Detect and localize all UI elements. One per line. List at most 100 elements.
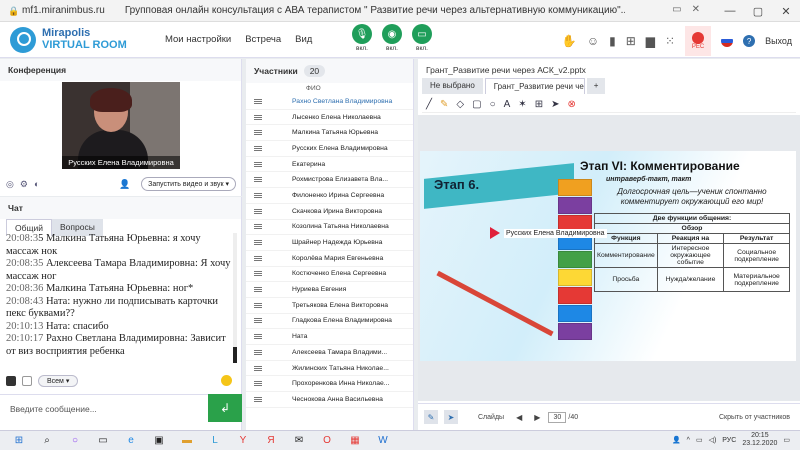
nav-my-settings[interactable]: Мои настройки <box>165 34 231 45</box>
opera-icon[interactable]: O <box>318 434 336 448</box>
participant-row[interactable]: Прохоренкова Инна Николае... <box>246 376 413 393</box>
drag-handle-icon[interactable] <box>254 271 262 277</box>
hide-from-participants-link[interactable]: Скрыть от участников <box>719 414 790 421</box>
audience-select[interactable]: Всем ▾ <box>38 375 79 387</box>
people-icon[interactable]: 👤 <box>672 436 681 444</box>
emoji-icon[interactable]: ☺ <box>587 34 599 48</box>
pen-icon[interactable]: ╱ <box>426 99 432 110</box>
participant-row[interactable]: Рохмистрова Елизавета Вла... <box>246 172 413 189</box>
drag-handle-icon[interactable] <box>254 192 262 198</box>
add-tab-button[interactable]: + <box>586 78 606 94</box>
mute-icon[interactable]: ✕ <box>692 4 700 15</box>
edge-icon[interactable]: e <box>122 434 140 448</box>
participant-row[interactable]: Рахно Светлана Владимировна <box>246 94 413 110</box>
participant-row[interactable]: Костюченко Елена Сергеевна <box>246 267 413 283</box>
drag-handle-icon[interactable] <box>254 396 262 402</box>
participant-row[interactable]: Козолина Татьяна Николаевна <box>246 220 413 236</box>
video-tile[interactable]: Русских Елена Владимировна <box>62 82 180 169</box>
participant-row[interactable]: Екатерина <box>246 157 413 173</box>
drag-handle-icon[interactable] <box>254 381 262 387</box>
background-color-icon[interactable] <box>22 376 32 386</box>
participant-row[interactable]: Русских Елена Владимировна <box>246 141 413 157</box>
participant-row[interactable]: Жилинских Татьяна Николае... <box>246 361 413 377</box>
network-icon[interactable]: ▭ <box>696 436 703 444</box>
app-l-icon[interactable]: L <box>206 434 224 448</box>
camera-toggle[interactable]: ◉ вкл. <box>382 24 402 52</box>
speakers-icon[interactable]: ◎ <box>6 179 14 190</box>
maximize-button[interactable]: ▢ <box>744 0 772 22</box>
grid-icon[interactable]: ⁙ <box>665 34 675 48</box>
participant-row[interactable]: Филоненко Ирина Сергеевна <box>246 188 413 204</box>
drag-handle-icon[interactable] <box>254 318 262 324</box>
drag-handle-icon[interactable] <box>254 98 262 104</box>
microphone-toggle[interactable]: 🎙 вкл. <box>352 24 372 52</box>
participant-row[interactable]: Ната <box>246 329 413 345</box>
drag-handle-icon[interactable] <box>254 114 262 120</box>
grid-tool-icon[interactable]: ⊞ <box>535 99 543 110</box>
send-button[interactable]: ↲ <box>208 394 242 422</box>
drag-handle-icon[interactable] <box>254 334 262 340</box>
emoji-picker-icon[interactable] <box>221 375 232 386</box>
rectangle-icon[interactable]: ▢ <box>472 99 481 110</box>
participant-row[interactable]: Лысенко Елена Николаевна <box>246 110 413 126</box>
pen-mode-icon[interactable]: ✎ <box>424 410 438 424</box>
drag-handle-icon[interactable] <box>254 240 262 246</box>
clock[interactable]: 20:15 23.12.2020 <box>742 432 777 448</box>
store-icon[interactable]: ▣ <box>150 434 168 448</box>
participant-row[interactable]: Шрайнер Надежда Юрьевна <box>246 235 413 251</box>
pointer-mode-icon[interactable]: ➤ <box>444 410 458 424</box>
start-video-button[interactable]: Запустить видео и звук ▾ <box>141 177 236 191</box>
record-button[interactable]: РЕС <box>685 26 712 56</box>
notifications-icon[interactable]: ▭ <box>783 436 790 444</box>
stats-icon[interactable]: ▮ <box>609 34 616 48</box>
slide-number-input[interactable]: 30 <box>548 411 567 423</box>
audio-settings-icon[interactable]: ⚙ <box>20 179 28 190</box>
chat-scrollbar[interactable] <box>233 233 237 363</box>
tab-not-selected[interactable]: Не выбрано <box>422 78 483 94</box>
nav-meeting[interactable]: Встреча <box>245 34 281 45</box>
task-view-icon[interactable]: ▭ <box>94 434 112 448</box>
marker-icon[interactable]: ✎ <box>440 99 448 110</box>
slides-label[interactable]: Слайды <box>478 414 504 421</box>
explorer-icon[interactable]: ▬ <box>178 434 196 448</box>
camera-icon[interactable]: ▭ <box>672 4 681 15</box>
chat-message-input[interactable] <box>0 394 208 422</box>
drag-handle-icon[interactable] <box>254 177 262 183</box>
participant-row[interactable]: Алексеева Тамара Владими... <box>246 345 413 361</box>
participant-row[interactable]: Гладкова Елена Владимировна <box>246 314 413 330</box>
volume-tray-icon[interactable]: ◁) <box>709 436 717 444</box>
column-header-name[interactable]: ФИО <box>246 83 413 94</box>
language-flag-icon[interactable] <box>721 35 734 47</box>
clear-icon[interactable]: ⊗ <box>567 99 575 110</box>
next-slide-icon[interactable]: ▶ <box>534 413 540 422</box>
drag-handle-icon[interactable] <box>254 224 262 230</box>
drag-handle-icon[interactable] <box>254 287 262 293</box>
windows-start-icon[interactable]: ⊞ <box>10 434 28 448</box>
browser-url[interactable]: mf1.miranimbus.ru <box>22 5 105 16</box>
mail-icon[interactable]: ✉ <box>290 434 308 448</box>
text-color-icon[interactable] <box>6 376 16 386</box>
word-icon[interactable]: W <box>374 434 392 448</box>
shapes-icon[interactable]: ✶ <box>518 99 526 110</box>
text-tool-icon[interactable]: A <box>504 99 511 110</box>
help-icon[interactable]: ? <box>743 35 756 47</box>
drag-handle-icon[interactable] <box>254 130 262 136</box>
office-icon[interactable]: ▦ <box>346 434 364 448</box>
voice-assistant-icon[interactable]: ○ <box>66 434 84 448</box>
participant-row[interactable]: Малкина Татьяна Юрьевна <box>246 125 413 142</box>
drag-handle-icon[interactable] <box>254 365 262 371</box>
eraser-icon[interactable]: ◇ <box>456 99 464 110</box>
drag-handle-icon[interactable] <box>254 349 262 355</box>
drag-handle-icon[interactable] <box>254 208 262 214</box>
raise-hand-icon[interactable]: ✋ <box>562 34 577 48</box>
participant-row[interactable]: Чеснокова Анна Васильевна <box>246 392 413 408</box>
search-icon[interactable]: ⌕ <box>38 434 56 448</box>
screen-share-toggle[interactable]: ▭ вкл. <box>412 24 432 52</box>
drag-handle-icon[interactable] <box>254 255 262 261</box>
tab-presentation[interactable]: Грант_Развитие речи через ... <box>484 78 585 94</box>
nav-view[interactable]: Вид <box>295 34 312 45</box>
drag-handle-icon[interactable] <box>254 145 262 151</box>
participant-row[interactable]: Скачкова Ирина Викторовна <box>246 204 413 220</box>
language-indicator[interactable]: РУС <box>722 437 736 444</box>
drag-handle-icon[interactable] <box>254 161 262 167</box>
